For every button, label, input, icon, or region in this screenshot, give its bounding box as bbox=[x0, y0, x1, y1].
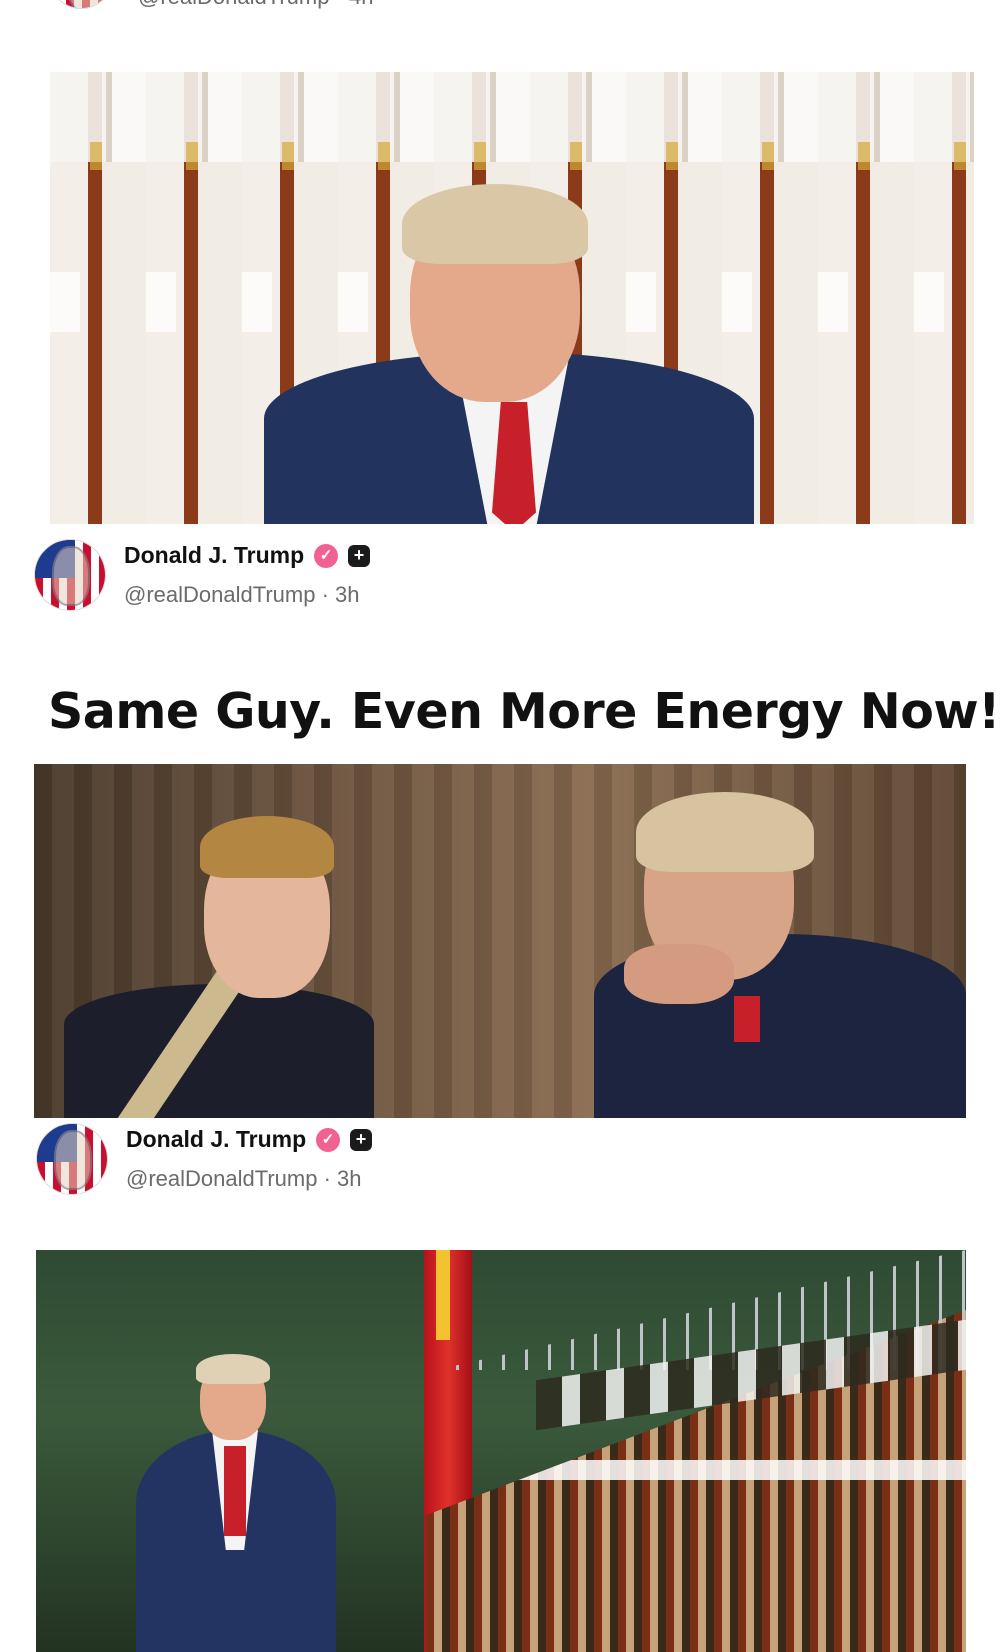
avatar[interactable] bbox=[37, 1124, 107, 1194]
avatar[interactable] bbox=[35, 540, 105, 610]
plus-badge-icon: + bbox=[350, 1129, 372, 1151]
post-header-top: @realDonaldTrump · 4h bbox=[0, 0, 1000, 12]
post-header: Donald J. Trump ✓ + @realDonaldTrump · 3… bbox=[0, 1120, 1000, 1200]
handle-timestamp: @realDonaldTrump · 3h bbox=[124, 582, 360, 607]
post-caption: Same Guy. Even More Energy Now! bbox=[48, 683, 1000, 740]
post-image-side-by-side[interactable] bbox=[34, 764, 966, 1118]
post-image-ceremony[interactable] bbox=[50, 72, 974, 524]
post-header: Donald J. Trump ✓ + @realDonaldTrump · 3… bbox=[0, 536, 1000, 616]
avatar[interactable] bbox=[50, 0, 112, 8]
handle-timestamp: @realDonaldTrump · 3h bbox=[126, 1166, 362, 1191]
post-image-guard-of-honor[interactable] bbox=[36, 1250, 966, 1652]
handle-timestamp: @realDonaldTrump · 4h bbox=[138, 0, 374, 10]
feed: @realDonaldTrump · 4h Donald J. Trump ✓ … bbox=[0, 0, 1000, 1652]
display-name[interactable]: Donald J. Trump bbox=[126, 1126, 306, 1153]
verified-badge-icon: ✓ bbox=[316, 1128, 340, 1152]
verified-badge-icon: ✓ bbox=[314, 544, 338, 568]
plus-badge-icon: + bbox=[348, 545, 370, 567]
display-name[interactable]: Donald J. Trump bbox=[124, 542, 304, 569]
